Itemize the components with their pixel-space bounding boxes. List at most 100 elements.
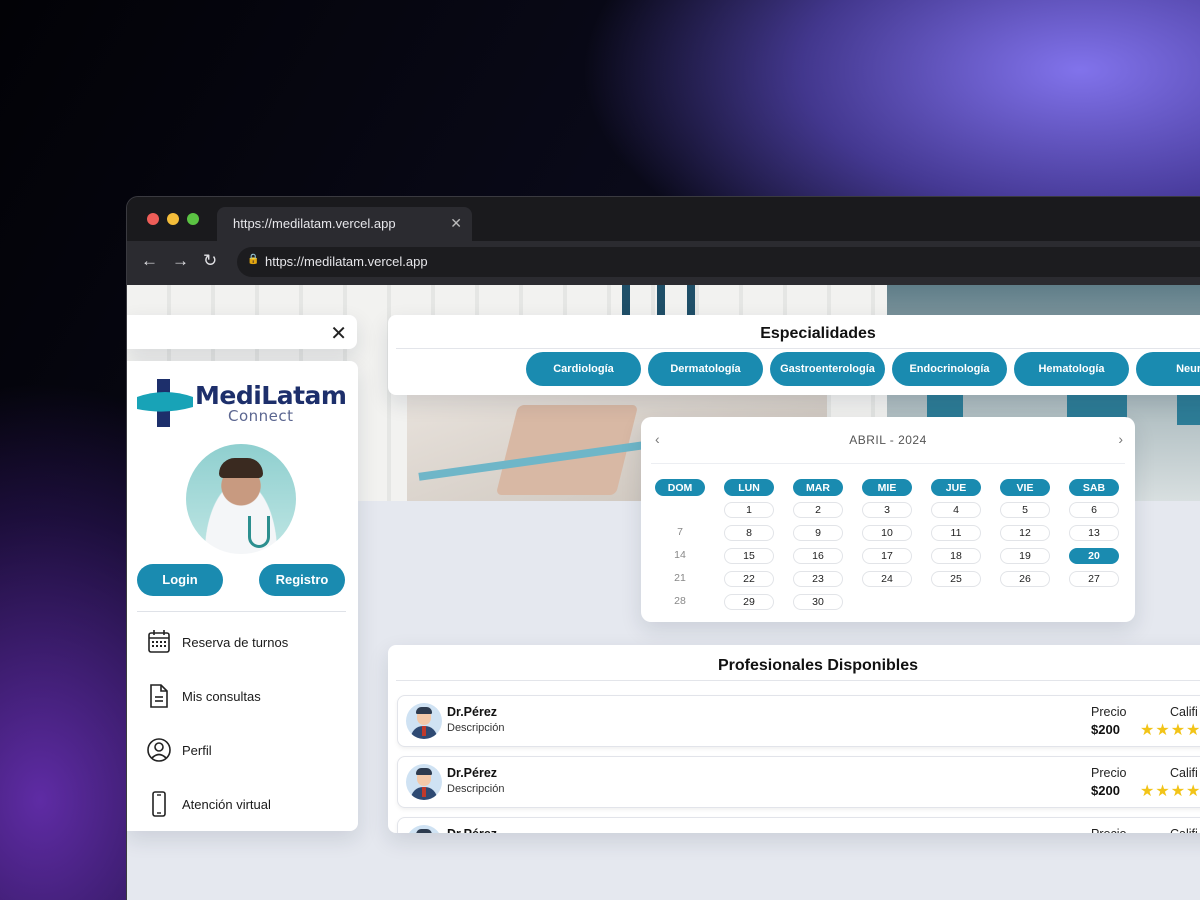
sidebar: MediLatam Connect Login Registro Reserva… (127, 361, 358, 831)
calendar-day[interactable]: 30 (793, 594, 843, 610)
browser-window: https://medilatam.vercel.app ✕ ← → ↻ 🔒 h… (126, 196, 1200, 900)
weekday-header: DOM (655, 479, 705, 496)
maximize-window-button[interactable] (187, 213, 199, 225)
star-rating: ★★★★ (1140, 722, 1200, 739)
sidebar-divider (137, 611, 346, 612)
profesionales-title: Profesionales Disponibles (717, 657, 919, 674)
url-text: https://medilatam.vercel.app (265, 254, 428, 269)
weekday-header: LUN (724, 479, 774, 496)
menu-item-reserva-de-turnos[interactable]: Reserva de turnos (147, 629, 347, 655)
especialidad-chip[interactable]: Endocrinología (892, 352, 1007, 386)
price-label: Precio (1091, 827, 1126, 833)
weekday-header: SAB (1069, 479, 1119, 496)
menu-item-mis-consultas[interactable]: Mis consultas (147, 683, 347, 709)
forward-arrow-icon[interactable]: → (172, 251, 189, 271)
calendar-day[interactable]: 17 (862, 548, 912, 564)
browser-tab[interactable]: https://medilatam.vercel.app ✕ (217, 207, 472, 241)
page-viewport: ✕ MediLatam Connect Login Registro Reser… (127, 285, 1200, 900)
calendar-day[interactable]: 23 (793, 571, 843, 587)
logo-name: MediLatam (195, 381, 347, 410)
doctor-avatar (186, 444, 296, 554)
close-window-button[interactable] (147, 213, 159, 225)
reload-icon[interactable]: ↻ (203, 251, 217, 271)
especialidades-title: Especialidades (760, 325, 876, 342)
profesionales-card: Profesionales Disponibles Dr.Pérez Descri… (388, 645, 1200, 833)
medical-cross-logo-icon (137, 379, 193, 427)
especialidad-chip[interactable]: Gastroenterología (770, 352, 885, 386)
rating-label: Califi (1170, 827, 1198, 833)
calendar-day[interactable]: 16 (793, 548, 843, 564)
menu-item-label: Perfil (182, 743, 212, 758)
calendar-day[interactable]: 4 (931, 502, 981, 518)
profesional-name: Dr.Pérez (447, 827, 497, 833)
especialidad-chip[interactable]: Cardiología (526, 352, 641, 386)
calendar-day[interactable]: 10 (862, 525, 912, 541)
address-bar[interactable]: 🔒 https://medilatam.vercel.app (237, 247, 1200, 277)
calendar-day[interactable]: 18 (931, 548, 981, 564)
browser-titlebar: https://medilatam.vercel.app ✕ (127, 197, 1200, 241)
user-icon (147, 738, 171, 762)
doctor-avatar-icon (406, 764, 442, 800)
profesional-name: Dr.Pérez (447, 705, 498, 719)
calendar-day[interactable]: 29 (724, 594, 774, 610)
profesional-row[interactable]: Dr.Pérez Precio Califi (397, 817, 1200, 833)
profesional-description: Descripción (447, 722, 505, 734)
calendar-day[interactable]: 2 (793, 502, 843, 518)
calendar-day[interactable]: 9 (793, 525, 843, 541)
calendar-day[interactable]: 5 (1000, 502, 1050, 518)
rating-label: Califi (1170, 705, 1198, 719)
weekday-header: MIE (862, 479, 912, 496)
close-icon[interactable]: ✕ (330, 321, 347, 346)
price-label: Precio (1091, 705, 1127, 719)
calendar-month-label: ABRIL - 2024 (849, 433, 927, 447)
menu-item-label: Reserva de turnos (182, 635, 289, 650)
especialidad-chip[interactable]: Hematología (1014, 352, 1129, 386)
rating-label: Califi (1170, 766, 1198, 780)
tab-close-icon[interactable]: ✕ (450, 215, 462, 232)
calendar-day[interactable]: 3 (862, 502, 912, 518)
calendar-day[interactable]: 6 (1069, 502, 1119, 518)
calendar-day[interactable]: 12 (1000, 525, 1050, 541)
calendar-day[interactable]: 28 (655, 594, 705, 610)
doctor-avatar-icon (406, 703, 442, 739)
menu-item-label: Mis consultas (182, 689, 261, 704)
weekday-header: MAR (793, 479, 843, 496)
minimize-window-button[interactable] (167, 213, 179, 225)
profesional-name: Dr.Pérez (447, 766, 498, 780)
calendar-day[interactable]: 24 (862, 571, 912, 587)
back-arrow-icon[interactable]: ← (141, 251, 158, 271)
especialidad-chip[interactable]: Neurol (1136, 352, 1200, 386)
profesional-row[interactable]: Dr.Pérez Descripción Precio $200 Califi ★★★★ (397, 756, 1200, 808)
calendar-card: ‹ ABRIL - 2024 › DOM LUN MAR MIE JUE VIE SAB 1 2… (641, 417, 1135, 622)
calendar-day[interactable]: 20 (1069, 548, 1119, 564)
medilatam-logo: MediLatam Connect (137, 375, 347, 431)
profesional-row[interactable]: Dr.Pérez Descripción Precio $200 Califi ★★★★ (397, 695, 1200, 747)
calendar-day[interactable]: 14 (655, 548, 705, 564)
calendar-day[interactable]: 13 (1069, 525, 1119, 541)
registro-button[interactable]: Registro (259, 564, 345, 596)
calendar-day[interactable]: 26 (1000, 571, 1050, 587)
especialidad-chip[interactable]: Dermatología (648, 352, 763, 386)
calendar-day[interactable]: 15 (724, 548, 774, 564)
weekday-header: JUE (931, 479, 981, 496)
price-label: Precio (1091, 766, 1127, 780)
calendar-day[interactable]: 7 (655, 525, 705, 541)
calendar-day[interactable]: 19 (1000, 548, 1050, 564)
calendar-day[interactable]: 21 (655, 571, 705, 587)
doctor-avatar-icon (406, 825, 442, 833)
calendar-day[interactable]: 11 (931, 525, 981, 541)
profesional-description: Descripción (447, 783, 505, 795)
menu-item-perfil[interactable]: Perfil (147, 737, 347, 763)
calendar-day[interactable]: 8 (724, 525, 774, 541)
calendar-day[interactable]: 25 (931, 571, 981, 587)
login-button[interactable]: Login (137, 564, 223, 596)
browser-toolbar: ← → ↻ 🔒 https://medilatam.vercel.app (127, 241, 1200, 285)
calendar-day[interactable]: 1 (724, 502, 774, 518)
calendar-day[interactable]: 27 (1069, 571, 1119, 587)
lock-icon: 🔒 (247, 254, 260, 265)
menu-item-atencion-virtual[interactable]: Atención virtual (147, 791, 347, 817)
chevron-right-icon[interactable]: › (1118, 431, 1123, 447)
calendar-day[interactable]: 22 (724, 571, 774, 587)
menu-item-label: Atención virtual (182, 797, 271, 812)
especialidades-card: Especialidades Cardiología Dermatología … (388, 315, 1200, 395)
